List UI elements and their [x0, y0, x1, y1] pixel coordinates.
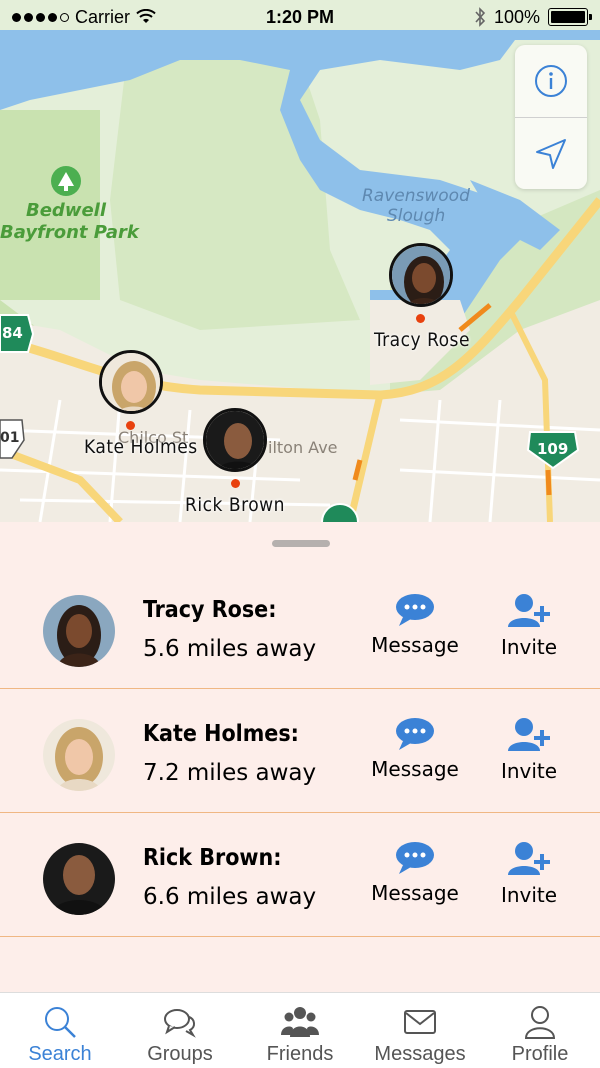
envelope-icon — [404, 1010, 436, 1034]
location-dot-icon — [126, 421, 136, 430]
list-item: Rick Brown: 6.6 miles away Message Invit… — [0, 813, 600, 937]
add-user-icon — [508, 594, 550, 627]
nearby-list: Tracy Rose: 5.6 miles away Message Invit… — [0, 565, 600, 937]
signal-strength-icon — [12, 12, 69, 22]
tab-label: Search — [28, 1043, 92, 1065]
search-icon — [45, 1007, 76, 1038]
avatar — [43, 843, 115, 915]
map-pin-kate-holmes[interactable]: Kate Holmes — [64, 350, 198, 458]
info-button[interactable] — [515, 45, 587, 117]
tab-profile[interactable]: Profile — [480, 993, 600, 1068]
people-icon — [281, 1007, 319, 1037]
slough-label-line1: Ravenswood — [362, 186, 470, 206]
message-bubble-icon — [396, 594, 434, 626]
highway-shield-101: 01 — [0, 430, 20, 446]
avatar — [43, 595, 115, 667]
tab-search[interactable]: Search — [0, 993, 120, 1068]
message-label: Message — [371, 881, 459, 905]
pin-label: Rick Brown — [185, 494, 285, 516]
map-controls — [515, 45, 587, 189]
locate-me-button[interactable] — [515, 117, 587, 189]
friend-name: Tracy Rose: — [143, 597, 277, 623]
invite-button[interactable]: Invite — [484, 593, 574, 659]
friend-distance: 7.2 miles away — [143, 760, 317, 786]
invite-label: Invite — [500, 883, 558, 907]
avatar — [203, 408, 267, 472]
tab-label: Groups — [147, 1043, 213, 1065]
tab-label: Friends — [266, 1043, 334, 1065]
add-user-icon — [508, 718, 550, 751]
message-bubble-icon — [396, 842, 434, 874]
location-arrow-icon — [536, 138, 566, 169]
tab-groups[interactable]: Groups — [120, 993, 240, 1068]
invite-label: Invite — [500, 759, 558, 783]
park-label-line1: Bedwell — [26, 200, 106, 221]
tab-friends[interactable]: Friends — [240, 993, 360, 1068]
message-button[interactable]: Message — [370, 717, 460, 781]
highway-shield-109: 109 — [537, 440, 569, 458]
status-bar: Carrier 1:20 PM 100% — [0, 0, 600, 34]
message-button[interactable]: Message — [370, 841, 460, 905]
park-label: Bedwell — [26, 200, 106, 222]
carrier-name: Carrier — [75, 6, 131, 27]
message-bubble-icon — [396, 718, 434, 750]
chat-bubbles-icon — [164, 1009, 196, 1038]
pin-label: Kate Holmes — [84, 436, 198, 458]
avatar — [388, 243, 453, 307]
avatar — [98, 350, 163, 414]
message-button[interactable]: Message — [370, 593, 460, 657]
info-icon — [535, 65, 567, 97]
list-item: Kate Holmes: 7.2 miles away Message Invi… — [0, 689, 600, 813]
tab-bar: Search Groups Friends Messages Profile — [0, 992, 600, 1068]
message-label: Message — [371, 757, 459, 781]
tab-messages[interactable]: Messages — [360, 993, 480, 1068]
avatar — [43, 719, 115, 791]
person-icon — [524, 1006, 556, 1039]
bluetooth-icon — [475, 7, 486, 27]
park-label-line2: Bayfront Park — [0, 222, 139, 243]
slough-label-line2: Slough — [387, 206, 446, 226]
invite-label: Invite — [500, 635, 558, 659]
map-pin-rick-brown[interactable]: Rick Brown — [184, 408, 286, 516]
battery-percent: 100% — [493, 6, 540, 27]
friend-distance: 5.6 miles away — [143, 636, 317, 662]
friend-name: Kate Holmes: — [143, 721, 299, 747]
nearby-sheet: Tracy Rose: 5.6 miles away Message Invit… — [0, 522, 600, 992]
list-item: Tracy Rose: 5.6 miles away Message Invit… — [0, 565, 600, 689]
sheet-drag-handle[interactable] — [272, 540, 330, 547]
wifi-icon — [136, 9, 156, 23]
tab-label: Messages — [374, 1043, 466, 1065]
battery-info: 100% — [474, 6, 592, 28]
message-label: Message — [371, 633, 459, 657]
location-dot-icon — [416, 314, 426, 323]
location-dot-icon — [230, 479, 240, 488]
battery-icon — [548, 8, 592, 26]
map-pin-tracy-rose[interactable]: Tracy Rose — [372, 243, 470, 351]
map-view[interactable]: Bedwell Bayfront Park Ravenswood Slough … — [0, 0, 600, 522]
carrier-info: Carrier — [12, 7, 156, 28]
invite-button[interactable]: Invite — [484, 841, 574, 907]
tab-label: Profile — [511, 1043, 569, 1065]
friend-name: Rick Brown: — [143, 845, 282, 871]
add-user-icon — [508, 842, 550, 875]
highway-shield-84: 84 — [2, 324, 23, 342]
invite-button[interactable]: Invite — [484, 717, 574, 783]
friend-distance: 6.6 miles away — [143, 884, 317, 910]
pin-label: Tracy Rose — [374, 329, 470, 351]
